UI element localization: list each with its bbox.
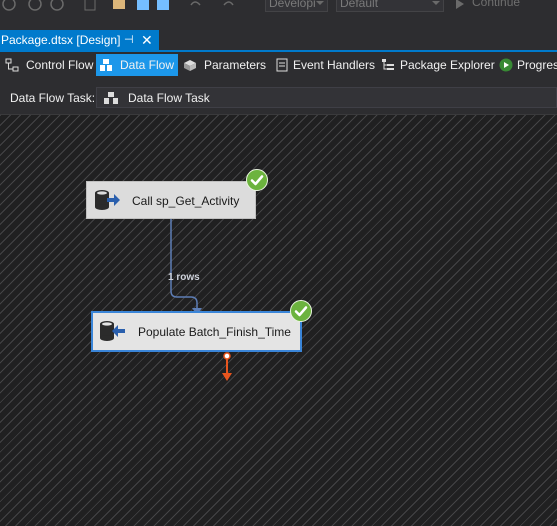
data-flow-design-surface[interactable]: 1 rows Call sp_Get_Activity Populate Bat…	[0, 114, 557, 526]
progress-icon	[499, 58, 513, 72]
tab-label: Control Flow	[26, 58, 94, 72]
solution-configuration-dropdown[interactable]: Developi	[265, 0, 328, 12]
close-icon[interactable]: ✕	[141, 30, 153, 50]
main-toolbar: Developi Default Continue	[0, 0, 557, 14]
data-flow-icon	[100, 59, 112, 71]
save-all-icon[interactable]	[156, 0, 170, 11]
document-tab-package[interactable]: Package.dtsx [Design] ⊣ ✕	[0, 30, 159, 50]
save-icon[interactable]	[136, 0, 150, 11]
tab-label: Event Handlers	[293, 58, 376, 72]
tab-parameters[interactable]: Parameters	[180, 54, 268, 76]
tab-progress[interactable]: Progress	[496, 54, 557, 76]
document-tab-title: Package.dtsx [Design]	[1, 33, 121, 47]
navigate-forward-icon[interactable]	[28, 0, 42, 11]
redo-icon[interactable]	[222, 0, 236, 11]
control-flow-icon	[5, 58, 19, 72]
parameters-icon	[184, 60, 196, 71]
solution-platform-dropdown[interactable]: Default	[336, 0, 444, 12]
navigate-back-icon[interactable]	[2, 0, 16, 11]
tab-accent-line	[0, 50, 557, 52]
error-output-arrow-icon[interactable]	[219, 351, 235, 385]
data-flow-task-label: Data Flow Task:	[10, 91, 96, 105]
event-handlers-icon	[276, 58, 288, 72]
data-flow-task-icon	[104, 92, 118, 104]
component-name: Call sp_Get_Activity	[132, 194, 240, 208]
tab-label: Package Explorer	[400, 58, 495, 72]
success-check-icon	[290, 300, 312, 322]
document-tab-strip: Package.dtsx [Design] ⊣ ✕	[0, 30, 557, 50]
tab-label: Data Flow	[120, 58, 175, 72]
tab-event-handlers[interactable]: Event Handlers	[272, 54, 376, 76]
undo-icon[interactable]	[188, 0, 202, 11]
new-project-icon[interactable]	[83, 0, 97, 11]
open-folder-icon[interactable]	[112, 0, 126, 11]
designer-tab-bar: Control Flow Data Flow Parameters Event …	[0, 53, 557, 77]
pin-icon[interactable]: ⊣	[124, 30, 134, 50]
solution-configuration-value: Developi	[269, 0, 316, 10]
chevron-down-icon	[316, 1, 324, 5]
chevron-down-icon	[432, 1, 440, 5]
navigate-forward-secondary-icon[interactable]	[50, 0, 64, 11]
task-selector-row: Data Flow Task: Data Flow Task	[0, 86, 557, 110]
component-name: Populate Batch_Finish_Time	[138, 325, 291, 339]
tab-label: Parameters	[204, 58, 267, 72]
data-flow-task-dropdown[interactable]: Data Flow Task	[96, 87, 557, 108]
path-row-count-label: 1 rows	[168, 272, 200, 283]
solution-platform-value: Default	[340, 0, 379, 10]
data-flow-task-value: Data Flow Task	[128, 91, 210, 105]
package-explorer-icon	[382, 59, 394, 70]
source-db-icon	[95, 190, 120, 210]
success-check-icon	[246, 169, 268, 191]
tab-label: Progress	[517, 58, 557, 72]
tab-data-flow[interactable]: Data Flow	[96, 54, 178, 76]
play-icon[interactable]	[453, 0, 467, 11]
tab-package-explorer[interactable]: Package Explorer	[378, 54, 495, 76]
continue-button[interactable]: Continue	[472, 0, 520, 9]
component-populate-batch-finish-time[interactable]: Populate Batch_Finish_Time	[91, 311, 302, 352]
tab-control-flow[interactable]: Control Flow	[2, 54, 94, 76]
destination-db-icon	[100, 321, 125, 341]
component-call-sp-get-activity[interactable]: Call sp_Get_Activity	[86, 181, 256, 219]
